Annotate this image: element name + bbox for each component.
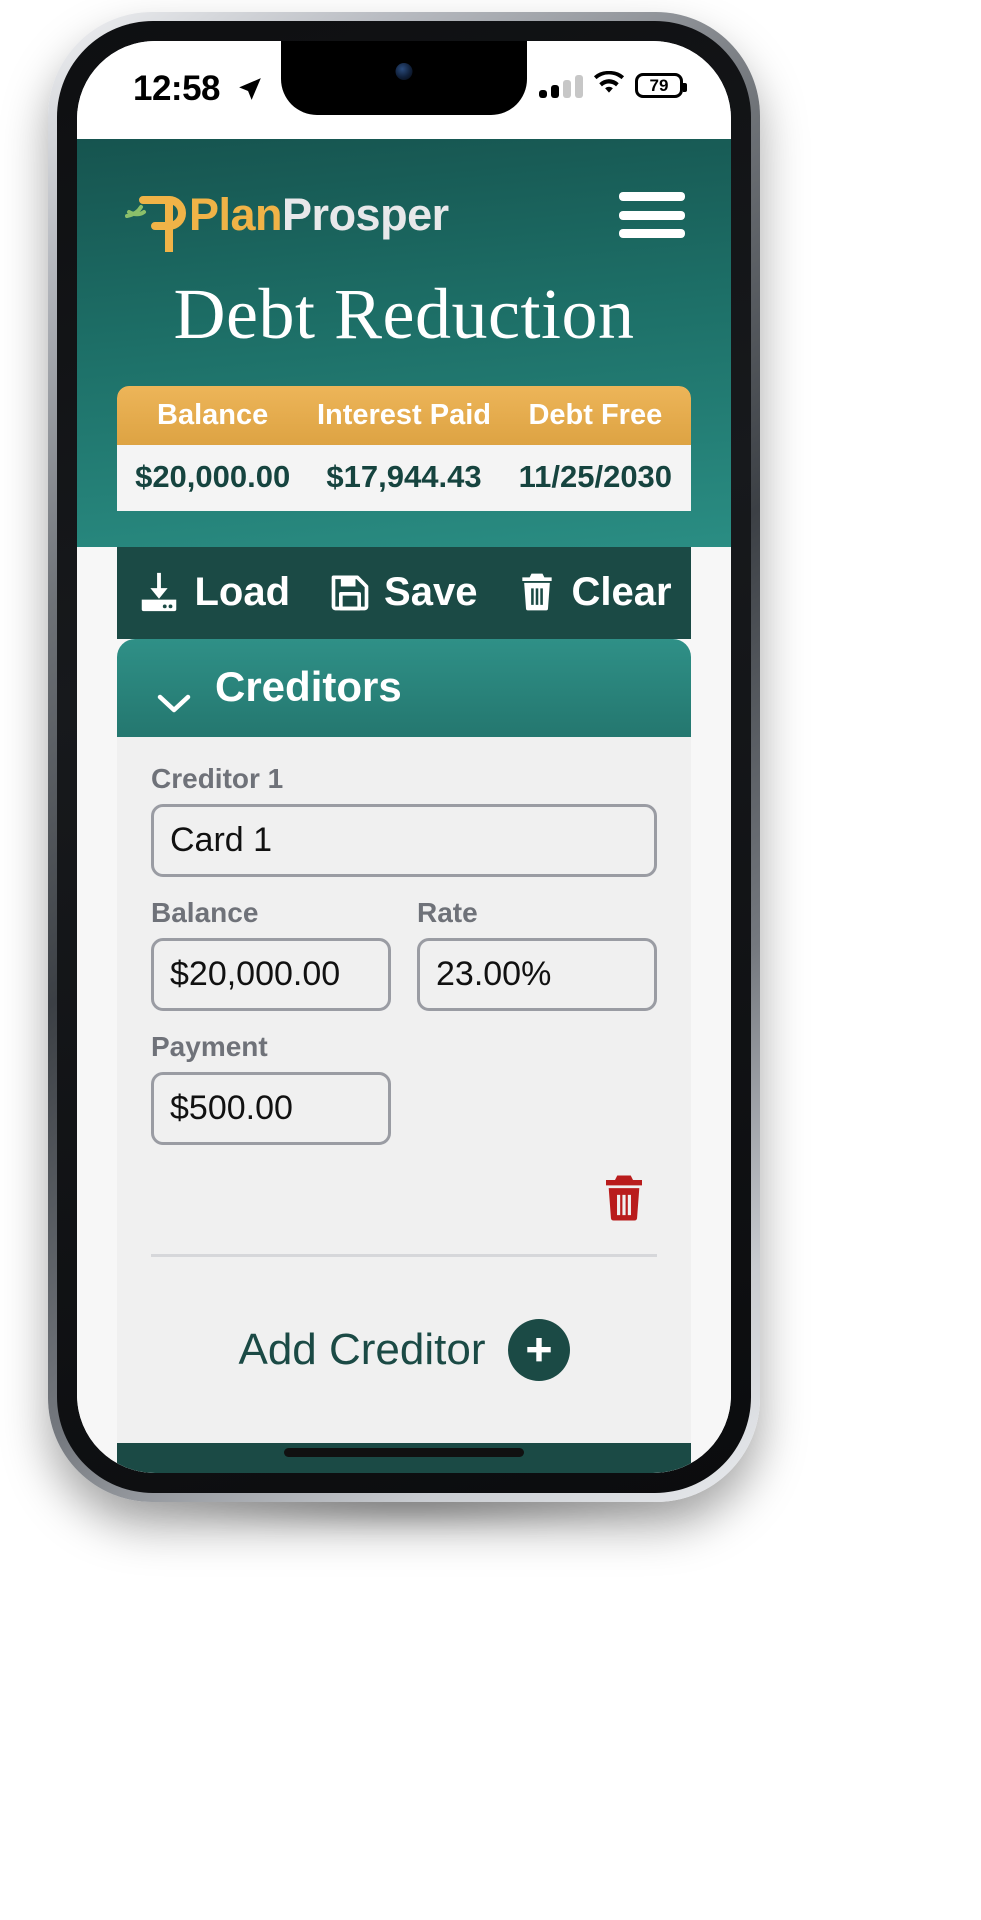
- balance-field-group: Balance: [151, 897, 391, 1011]
- creditors-section-header[interactable]: Creditors: [117, 639, 691, 737]
- stats-header-interest-paid: Interest Paid: [316, 399, 492, 431]
- app-viewport: PlanProsper Debt Reduction Balance Inter…: [77, 139, 731, 1473]
- save-label: Save: [384, 569, 478, 614]
- rate-label: Rate: [417, 897, 478, 928]
- rate-input[interactable]: [417, 938, 657, 1011]
- phone-frame: 12:58 79 PlanProsper Debt Reduction Bala…: [48, 12, 760, 1502]
- home-indicator[interactable]: [284, 1448, 524, 1457]
- payment-label: Payment: [151, 1031, 268, 1062]
- brand-bar: PlanProsper: [77, 167, 731, 263]
- logo-wordmark: PlanProsper: [189, 189, 449, 241]
- battery-level-text: 79: [649, 76, 669, 95]
- battery-indicator: 79: [635, 73, 687, 98]
- phone-screen: 12:58 79 PlanProsper Debt Reduction Bala…: [77, 41, 731, 1473]
- status-bar-indicators: 79: [539, 70, 687, 100]
- load-label: Load: [194, 569, 291, 614]
- clear-label: Clear: [571, 569, 672, 614]
- creditor-card: Creditor 1 Balance Rate: [117, 737, 691, 1443]
- payment-input[interactable]: [151, 1072, 391, 1145]
- add-creditor-label: Add Creditor: [238, 1325, 486, 1374]
- hamburger-menu-icon[interactable]: [619, 192, 685, 238]
- plus-icon: [507, 1319, 570, 1381]
- file-toolbar: Load Save Clear: [117, 547, 691, 639]
- creditor-name-input[interactable]: [151, 804, 657, 877]
- creditor-name-label: Creditor 1: [151, 763, 284, 794]
- status-bar-time: 12:58: [133, 69, 221, 108]
- notch: [281, 41, 527, 115]
- wifi-icon: [593, 70, 625, 100]
- cellular-signal-icon: [539, 74, 583, 98]
- planprosper-logo[interactable]: PlanProsper: [123, 178, 449, 256]
- floppy-disk-icon: [328, 570, 372, 614]
- clear-button[interactable]: Clear: [515, 569, 672, 615]
- header-spacer: [77, 511, 731, 547]
- stats-header-debt-free: Debt Free: [528, 399, 663, 431]
- screenshot-stage: 12:58 79 PlanProsper Debt Reduction Bala…: [0, 0, 981, 1920]
- trash-icon: [515, 570, 559, 614]
- app-header: PlanProsper Debt Reduction Balance Inter…: [77, 139, 731, 547]
- creditors-section-title: Creditors: [215, 663, 402, 710]
- save-button[interactable]: Save: [328, 570, 477, 615]
- add-creditor-button[interactable]: Add Creditor: [151, 1257, 657, 1435]
- chevron-down-icon: [157, 676, 191, 713]
- stats-value-balance: $20,000.00: [135, 459, 291, 494]
- logo-plan-text: Plan: [189, 189, 283, 240]
- summary-stats-header-row: Balance Interest Paid Debt Free: [117, 386, 691, 445]
- balance-rate-row: Balance Rate: [151, 897, 657, 1011]
- summary-stats-value-row: $20,000.00 $17,944.43 11/25/2030: [117, 445, 691, 511]
- logo-prosper-text: Prosper: [282, 189, 449, 240]
- location-arrow-icon: [237, 76, 263, 102]
- summary-stats-table: Balance Interest Paid Debt Free $20,000.…: [117, 386, 691, 511]
- phone-bezel: 12:58 79 PlanProsper Debt Reduction Bala…: [57, 21, 751, 1493]
- page-title: Debt Reduction: [173, 274, 635, 354]
- stats-value-interest-paid: $17,944.43: [326, 459, 482, 494]
- delete-creditor-row: [151, 1145, 657, 1248]
- balance-input[interactable]: [151, 938, 391, 1011]
- download-icon: [136, 569, 182, 615]
- front-camera-icon: [395, 63, 413, 80]
- payment-field-group: Payment: [151, 1031, 391, 1145]
- stats-header-balance: Balance: [157, 399, 269, 431]
- delete-creditor-button[interactable]: [597, 1171, 651, 1230]
- load-button[interactable]: Load: [136, 569, 290, 615]
- logo-mark-icon: [123, 178, 195, 256]
- rate-field-group: Rate: [417, 897, 657, 1011]
- stats-value-debt-free: 11/25/2030: [518, 459, 673, 494]
- balance-label: Balance: [151, 897, 259, 928]
